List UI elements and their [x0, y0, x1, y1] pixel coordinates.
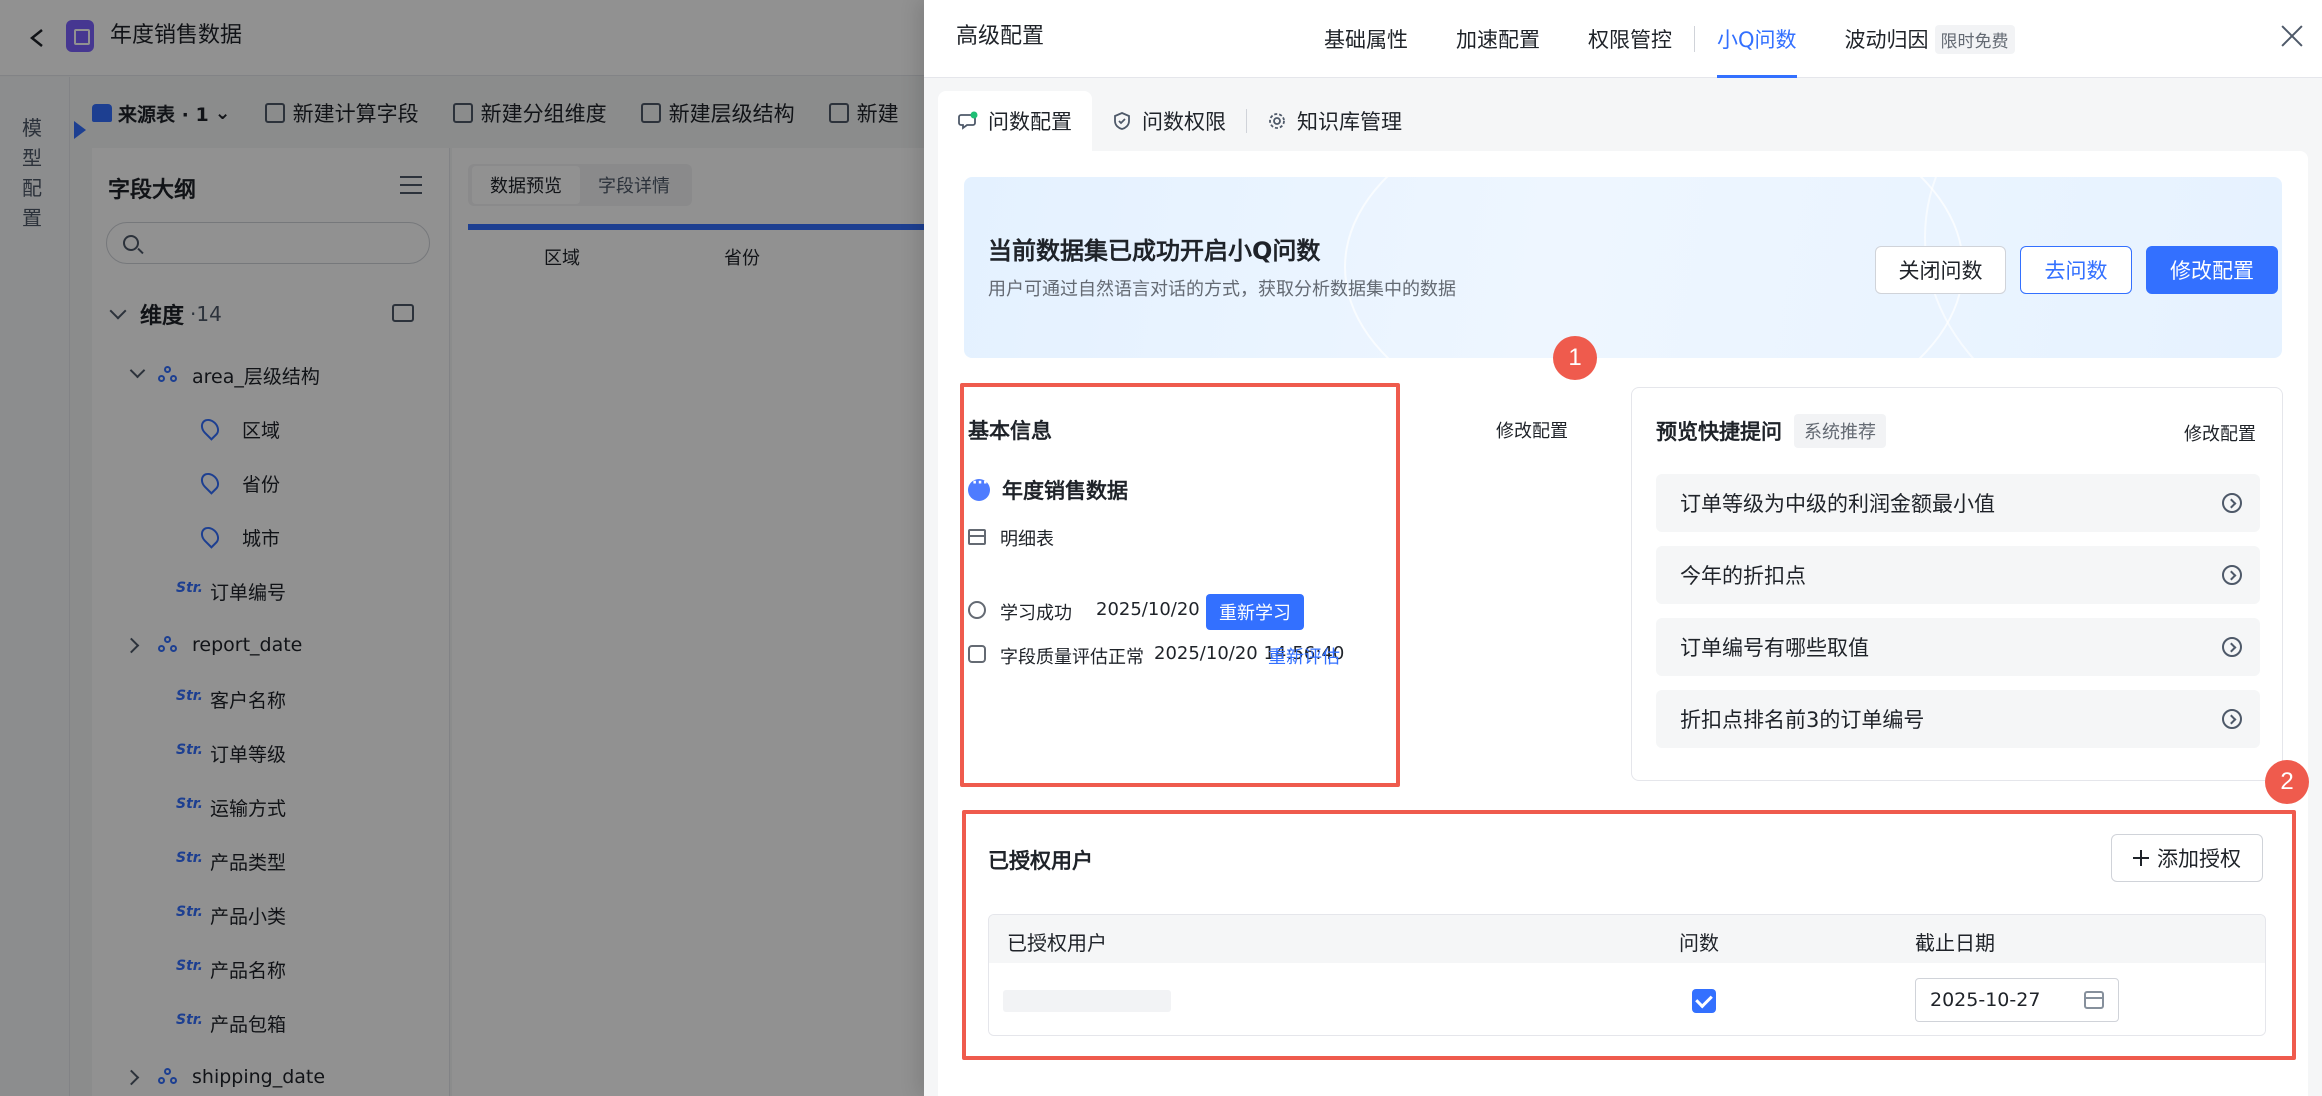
quick-question-text: 订单编号有哪些取值	[1680, 636, 1869, 660]
close-ask-button[interactable]: 关闭问数	[1875, 246, 2006, 294]
quick-question-item[interactable]: 订单等级为中级的利润金额最小值	[1656, 474, 2260, 532]
tab-divider	[1694, 26, 1695, 52]
tab-permission-control[interactable]: 权限管控	[1588, 0, 1672, 78]
banner-title: 当前数据集已成功开启小Q问数	[988, 237, 1321, 265]
arrow-right-circle-icon	[2222, 565, 2242, 585]
go-ask-button[interactable]: 去问数	[2020, 246, 2132, 294]
quick-questions-edit-link[interactable]: 修改配置	[2184, 420, 2256, 446]
subtab-ask-config[interactable]: 问数配置	[938, 91, 1092, 151]
tab-acceleration-config[interactable]: 加速配置	[1456, 0, 1540, 78]
basic-info-edit-link[interactable]: 修改配置	[1496, 417, 1568, 443]
tab-basic-attributes[interactable]: 基础属性	[1324, 0, 1408, 78]
annotation-badge-1: 1	[1553, 336, 1597, 380]
quick-question-text: 订单等级为中级的利润金额最小值	[1680, 492, 1995, 516]
drawer-title: 高级配置	[956, 24, 1045, 49]
drawer-tabs: 基础属性 加速配置 权限管控 小Q问数 波动归因 限时免费	[1324, 0, 2063, 78]
tab-fluctuation-label: 波动归因	[1844, 28, 1929, 52]
annotation-box-1	[960, 383, 1400, 787]
banner-subtitle: 用户可通过自然语言对话的方式，获取分析数据集中的数据	[988, 279, 1456, 300]
quick-questions-title: 预览快捷提问	[1656, 420, 1782, 444]
sub-tabs: 问数配置 问数权限 知识库管理	[938, 91, 1422, 151]
quick-question-item[interactable]: 今年的折扣点	[1656, 546, 2260, 604]
annotation-box-2	[962, 810, 2296, 1060]
arrow-right-circle-icon	[2222, 493, 2242, 513]
drawer-header: 高级配置 基础属性 加速配置 权限管控 小Q问数 波动归因 限时免费	[924, 0, 2322, 78]
system-recommend-tag: 系统推荐	[1794, 414, 1886, 448]
quick-question-item[interactable]: 订单编号有哪些取值	[1656, 618, 2260, 676]
subtab-knowledge-base-label: 知识库管理	[1297, 110, 1402, 134]
chat-config-icon	[958, 111, 978, 130]
subtab-ask-permission-label: 问数权限	[1142, 110, 1226, 134]
quick-question-item[interactable]: 折扣点排名前3的订单编号	[1656, 690, 2260, 748]
tab-xiaoq-ask[interactable]: 小Q问数	[1717, 0, 1797, 78]
subtab-ask-config-label: 问数配置	[988, 110, 1072, 134]
quick-questions-card: 预览快捷提问 系统推荐 修改配置 订单等级为中级的利润金额最小值 今年的折扣点 …	[1631, 387, 2283, 781]
tab-fluctuation-attribution[interactable]: 波动归因 限时免费	[1845, 0, 2015, 78]
subtab-knowledge-base[interactable]: 知识库管理	[1247, 91, 1422, 151]
arrow-right-circle-icon	[2222, 637, 2242, 657]
close-icon[interactable]	[2277, 22, 2307, 52]
quick-question-text: 今年的折扣点	[1680, 564, 1806, 588]
gear-icon	[1269, 113, 1285, 129]
status-banner: 当前数据集已成功开启小Q问数 用户可通过自然语言对话的方式，获取分析数据集中的数…	[964, 177, 2282, 358]
arrow-right-circle-icon	[2222, 709, 2242, 729]
shield-icon	[1114, 112, 1130, 130]
edit-config-button[interactable]: 修改配置	[2146, 246, 2278, 294]
banner-decoration	[1344, 177, 1964, 358]
annotation-badge-2: 2	[2265, 760, 2309, 804]
free-badge: 限时免费	[1934, 24, 2015, 54]
quick-question-text: 折扣点排名前3的订单编号	[1680, 708, 1925, 732]
subtab-ask-permission[interactable]: 问数权限	[1092, 91, 1246, 151]
advanced-config-drawer: 高级配置 基础属性 加速配置 权限管控 小Q问数 波动归因 限时免费 问数配置 …	[924, 0, 2322, 1096]
